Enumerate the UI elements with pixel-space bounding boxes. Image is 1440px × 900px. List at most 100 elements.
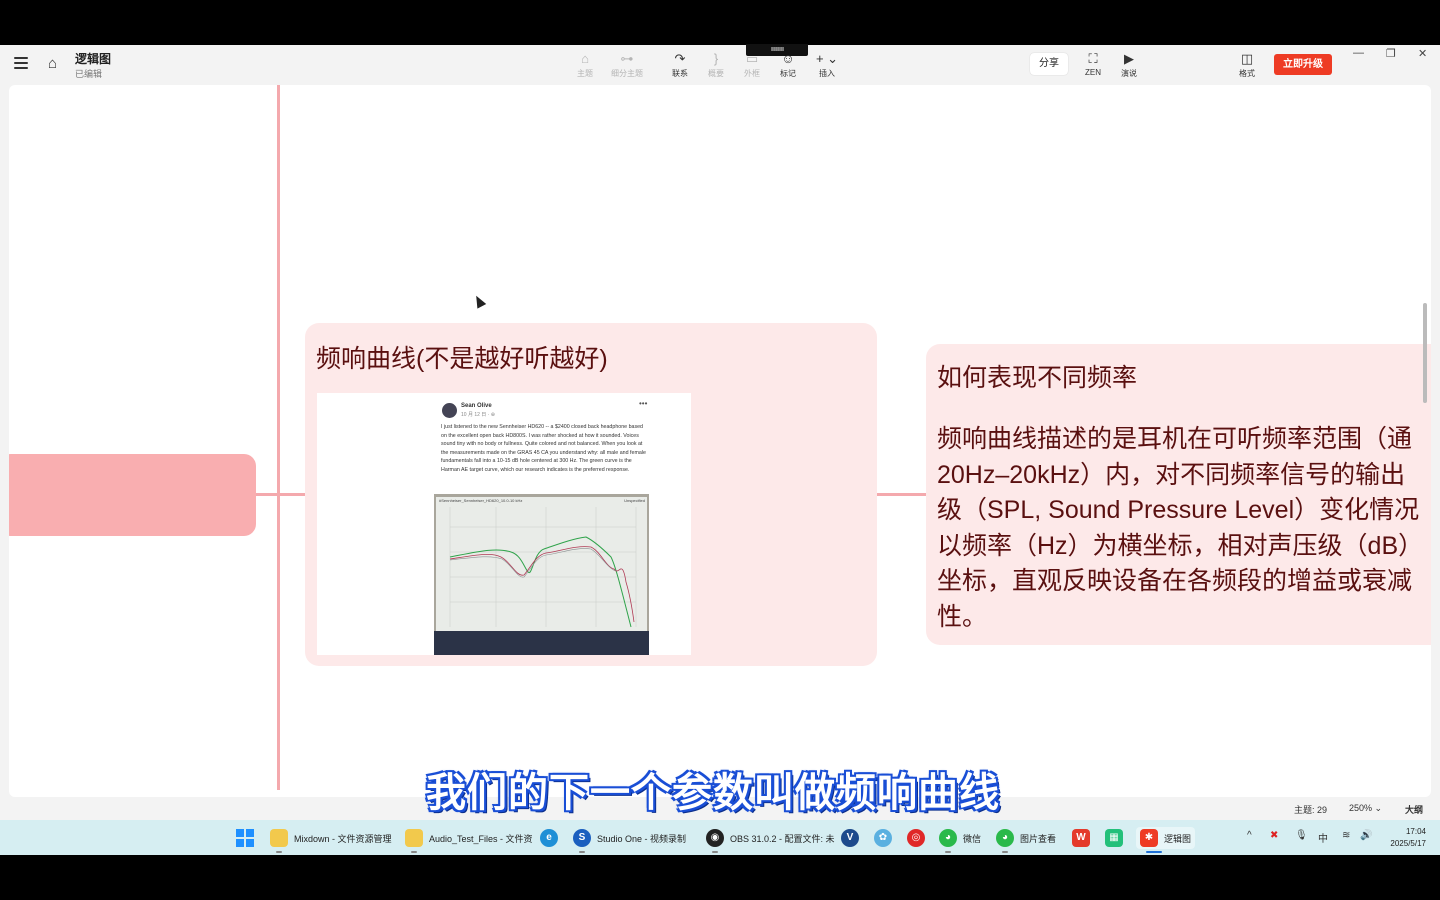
marker-button[interactable]: ☺ 标记 bbox=[771, 51, 805, 79]
boundary-button[interactable]: ▭ 外框 bbox=[735, 51, 769, 79]
taskbar-app-v[interactable]: V bbox=[841, 827, 865, 849]
close-icon[interactable]: ✕ bbox=[1418, 47, 1427, 60]
taskbar-app-green[interactable]: ▦ bbox=[1105, 827, 1129, 849]
green-app-icon: ▦ bbox=[1105, 829, 1123, 847]
screen-top-bar bbox=[0, 0, 1440, 45]
relation-button[interactable]: ↷ 联系 bbox=[663, 51, 697, 79]
restore-icon[interactable]: ❐ bbox=[1386, 47, 1396, 60]
security-icon[interactable]: ✖ bbox=[1270, 830, 1278, 841]
volume-icon[interactable]: 🔊 bbox=[1360, 830, 1372, 841]
start-button[interactable] bbox=[236, 827, 254, 849]
format-button[interactable]: ◫ 格式 bbox=[1230, 51, 1264, 79]
home-icon[interactable]: ⌂ bbox=[48, 55, 57, 72]
obs-icon: ◉ bbox=[706, 829, 724, 847]
zoom-value: 250% bbox=[1349, 803, 1373, 813]
mindmap-app-window: ⌂ 逻辑图 已编辑 ıııııııııııııı ⌂ 主题 ⊶ 细分主题 ↷ 联… bbox=[0, 44, 1440, 820]
taskbar-app-image-viewer[interactable]: ◕ 图片查看 bbox=[996, 827, 1056, 853]
share-button[interactable]: 分享 bbox=[1030, 53, 1068, 75]
present-button[interactable]: ▶ 演说 bbox=[1112, 51, 1146, 79]
wps-icon: W bbox=[1072, 829, 1090, 847]
vertical-scrollbar[interactable] bbox=[1423, 303, 1427, 403]
taskbar-app-netease-music[interactable]: ◎ bbox=[907, 827, 931, 849]
branch-connector bbox=[256, 493, 306, 496]
frequency-response-graph bbox=[449, 507, 637, 628]
topic-notes: 频响曲线描述的是耳机在可听频率范围（通 20Hz–20kHz）内，对不同频率信号… bbox=[937, 422, 1431, 635]
video-subtitle: 我们的下一个参数叫做频响曲线 bbox=[426, 771, 1000, 815]
notes-line: 以频率（Hz）为横坐标，相对声压级（dB） bbox=[937, 531, 1424, 560]
subtopic-button[interactable]: ⊶ 细分主题 bbox=[605, 51, 649, 79]
edge-icon: e bbox=[540, 829, 558, 847]
notes-line: 级（SPL, Sound Pressure Level）变化情况 bbox=[937, 496, 1420, 524]
topic-node-how-to-represent[interactable]: 如何表现不同频率 频响曲线描述的是耳机在可听频率范围（通 20Hz–20kHz）… bbox=[926, 344, 1431, 645]
topic-button[interactable]: ⌂ 主题 bbox=[568, 51, 602, 79]
document-status: 已编辑 bbox=[75, 69, 103, 79]
main-branch-line bbox=[277, 85, 280, 790]
relation-icon: ↷ bbox=[674, 51, 686, 66]
photo-background bbox=[434, 631, 649, 655]
topic-title: 频响曲线(不是越好听越好) bbox=[316, 345, 608, 373]
notes-line: 坐标，直观反映设备在各频段的增益或衰减 bbox=[937, 567, 1413, 595]
studio-one-icon: S bbox=[573, 829, 591, 847]
play-icon: ▶ bbox=[1124, 51, 1134, 66]
taskbar-app-explorer-audio[interactable]: Audio_Test_Files - 文件资 bbox=[405, 827, 533, 853]
screen-bottom-bar bbox=[0, 855, 1440, 900]
taskbar-app-xmind[interactable]: ✱ 逻辑图 bbox=[1136, 827, 1196, 853]
folder-icon bbox=[405, 829, 423, 847]
minimize-icon[interactable]: — bbox=[1353, 47, 1364, 59]
pinwheel-icon: ✿ bbox=[874, 829, 892, 847]
zen-button[interactable]: ⛶ ZEN bbox=[1076, 51, 1110, 77]
summary-icon: } bbox=[713, 51, 719, 66]
topic-node-frequency-response[interactable]: 频响曲线(不是越好听越好) Sean Olive 10 月 12 日 · ⊕ •… bbox=[305, 323, 877, 666]
parent-topic-node[interactable] bbox=[9, 454, 256, 536]
windows-taskbar: Mixdown - 文件资源管理 Audio_Test_Files - 文件资 … bbox=[0, 820, 1440, 855]
boundary-icon: ▭ bbox=[745, 51, 759, 66]
insert-button[interactable]: + ⌄ 插入 bbox=[810, 51, 844, 79]
outline-button[interactable]: 大纲 bbox=[1405, 803, 1423, 816]
format-panel-icon: ◫ bbox=[1240, 51, 1254, 66]
more-icon: ••• bbox=[639, 399, 648, 408]
branch-connector bbox=[877, 493, 927, 496]
windows-icon bbox=[236, 829, 254, 847]
document-title[interactable]: 逻辑图 bbox=[75, 50, 111, 67]
taskbar-app-wps[interactable]: W bbox=[1072, 827, 1096, 849]
marker-icon: ☺ bbox=[781, 51, 795, 66]
clock-time: 17:04 bbox=[1405, 827, 1426, 836]
upgrade-button[interactable]: 立即升级 bbox=[1274, 54, 1332, 75]
topic-icon: ⌂ bbox=[581, 51, 589, 66]
subtopic-icon: ⊶ bbox=[620, 51, 634, 66]
wechat-icon: ◕ bbox=[939, 829, 957, 847]
fullscreen-icon: ⛶ bbox=[1088, 51, 1098, 66]
folder-icon bbox=[270, 829, 288, 847]
menu-icon[interactable] bbox=[14, 57, 28, 69]
measurement-photo: #Sennheiser_Sennheiser_HD620_10.0-10 kHz… bbox=[434, 494, 649, 655]
notes-line: 频响曲线描述的是耳机在可听频率范围（通 bbox=[937, 425, 1413, 453]
chevron-up-icon[interactable]: ^ bbox=[1247, 830, 1252, 841]
wifi-icon[interactable]: ≋ bbox=[1342, 830, 1350, 841]
v-app-icon: V bbox=[841, 829, 859, 847]
avatar bbox=[442, 403, 457, 418]
post-text: I just listened to the new Sennheiser HD… bbox=[441, 424, 646, 473]
clock-date: 2025/5/17 bbox=[1390, 839, 1426, 848]
taskbar-app-wechat[interactable]: ◕ 微信 bbox=[939, 827, 981, 853]
topic-count: 主题: 29 bbox=[1294, 805, 1328, 815]
microphone-icon[interactable]: 🎙 bbox=[1295, 830, 1308, 841]
taskbar-app-pinwheel[interactable]: ✿ bbox=[874, 827, 898, 849]
zoom-level[interactable]: 250% ⌄ bbox=[1349, 803, 1382, 814]
notes-line: 性。 bbox=[937, 602, 988, 631]
post-author: Sean Olive bbox=[461, 403, 492, 409]
mindmap-canvas[interactable]: 频响曲线(不是越好听越好) Sean Olive 10 月 12 日 · ⊕ •… bbox=[9, 85, 1431, 797]
taskbar-app-obs[interactable]: ◉ OBS 31.0.2 - 配置文件: 未 bbox=[706, 827, 835, 853]
clock[interactable]: 17:04 2025/5/17 bbox=[1384, 826, 1426, 850]
notes-line: 20Hz–20kHz）内，对不同频率信号的输出 bbox=[937, 460, 1406, 489]
xmind-icon: ✱ bbox=[1140, 829, 1158, 847]
summary-button[interactable]: } 概要 bbox=[699, 51, 733, 79]
insert-icon: + ⌄ bbox=[815, 51, 839, 66]
topic-title: 如何表现不同频率 bbox=[937, 364, 1138, 392]
topic-image[interactable]: Sean Olive 10 月 12 日 · ⊕ ••• I just list… bbox=[317, 393, 691, 655]
graph-paper: #Sennheiser_Sennheiser_HD620_10.0-10 kHz… bbox=[436, 497, 647, 647]
taskbar-app-edge[interactable]: e bbox=[540, 827, 564, 849]
netease-music-icon: ◎ bbox=[907, 829, 925, 847]
taskbar-app-studio-one[interactable]: S Studio One - 视频录制 bbox=[573, 827, 686, 853]
input-method-indicator[interactable]: 中 bbox=[1318, 830, 1328, 845]
taskbar-app-explorer-mixdown[interactable]: Mixdown - 文件资源管理 bbox=[270, 827, 392, 853]
